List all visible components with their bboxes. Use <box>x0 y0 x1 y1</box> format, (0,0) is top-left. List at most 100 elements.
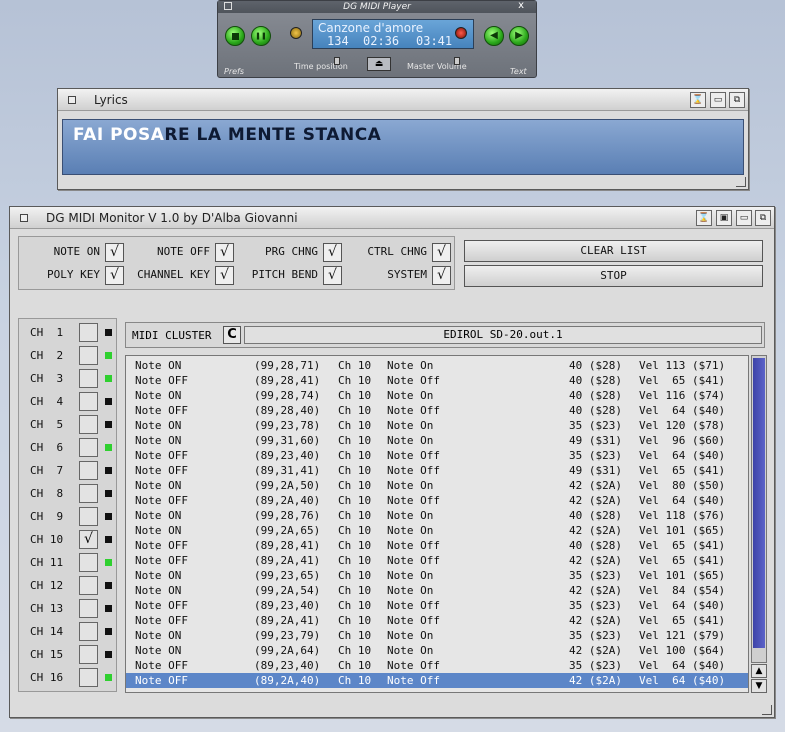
eject-button[interactable]: ⏏ <box>367 57 391 71</box>
list-item[interactable]: Note OFF (89,2A,41) Ch 10 Note Off 42 ($2A) V… <box>126 613 748 628</box>
system-checkbox[interactable]: √ <box>432 266 451 285</box>
pitch-bend-checkbox[interactable]: √ <box>323 266 342 285</box>
event-bytes: (99,2A,54) <box>254 584 321 597</box>
event-kind: Note On <box>387 509 434 522</box>
channel-5-checkbox[interactable] <box>79 415 98 434</box>
flag-poly-key[interactable]: POLY KEY √ <box>29 266 124 285</box>
list-item[interactable]: Note ON (99,23,79) Ch 10 Note On 35 ($23) Vel… <box>126 628 748 643</box>
event-velocity: Vel 116 ($74) <box>639 389 726 402</box>
player-close-gadget[interactable] <box>224 2 232 10</box>
flag-note-off[interactable]: NOTE OFF √ <box>129 243 234 262</box>
flag-system[interactable]: SYSTEM √ <box>349 266 451 285</box>
resize-handle[interactable] <box>736 177 746 187</box>
lyrics-titlebar[interactable]: Lyrics ⌛ ▭ ⧉ <box>58 89 748 111</box>
event-bytes: (99,23,78) <box>254 419 321 432</box>
flag-note-on[interactable]: NOTE ON √ <box>29 243 124 262</box>
prefs-button[interactable]: Prefs <box>224 67 244 76</box>
flag-pitch-bend[interactable]: PITCH BEND √ <box>241 266 342 285</box>
list-item[interactable]: Note OFF (89,23,40) Ch 10 Note Off 35 ($23) V… <box>126 658 748 673</box>
ctrl-chng-checkbox[interactable]: √ <box>432 243 451 262</box>
channel-9-activity-icon <box>105 513 112 520</box>
track-number: 134 <box>327 34 349 48</box>
rewind-button[interactable]: ◀ <box>484 26 504 46</box>
depth-icon[interactable]: ⧉ <box>729 92 745 108</box>
channel-6-checkbox[interactable] <box>79 438 98 457</box>
channel-group: CH 1 CH 2 CH 3 CH 4 CH 5 CH 6 CH 7 CH 8 … <box>18 318 117 692</box>
channel-2-checkbox[interactable] <box>79 346 98 365</box>
zoom-icon[interactable]: ▭ <box>710 92 726 108</box>
list-item[interactable]: Note ON (99,2A,50) Ch 10 Note On 42 ($2A) Vel… <box>126 478 748 493</box>
list-item[interactable]: Note ON (99,2A,65) Ch 10 Note On 42 ($2A) Vel… <box>126 523 748 538</box>
snapshot-icon[interactable]: ▣ <box>716 210 732 226</box>
channel-7-checkbox[interactable] <box>79 461 98 480</box>
forward-button[interactable]: ▶ <box>509 26 529 46</box>
channel-3-checkbox[interactable] <box>79 369 98 388</box>
time-position-slider[interactable] <box>334 57 340 65</box>
list-item[interactable]: Note ON (99,28,76) Ch 10 Note On 40 ($28) Vel… <box>126 508 748 523</box>
clear-list-button[interactable]: CLEAR LIST <box>464 240 763 262</box>
text-button[interactable]: Text <box>510 67 527 76</box>
list-item[interactable]: Note OFF (89,28,41) Ch 10 Note Off 40 ($28) V… <box>126 373 748 388</box>
list-item[interactable]: Note ON (99,2A,54) Ch 10 Note On 42 ($2A) Vel… <box>126 583 748 598</box>
note-off-checkbox[interactable]: √ <box>215 243 234 262</box>
pause-button[interactable]: ❚❚ <box>251 26 271 46</box>
event-bytes: (89,28,40) <box>254 404 321 417</box>
stop-button[interactable] <box>225 26 245 46</box>
resize-handle[interactable] <box>762 705 772 715</box>
list-item[interactable]: Note OFF (89,23,40) Ch 10 Note Off 35 ($23) V… <box>126 448 748 463</box>
iconify-icon[interactable]: ⌛ <box>696 210 712 226</box>
flag-prg-chng[interactable]: PRG CHNG √ <box>241 243 342 262</box>
list-item[interactable]: Note ON (99,23,65) Ch 10 Note On 35 ($23) Vel… <box>126 568 748 583</box>
stop-button[interactable]: STOP <box>464 265 763 287</box>
event-channel: Ch 10 <box>338 554 372 567</box>
scroll-up-icon[interactable]: ▲ <box>751 664 767 678</box>
list-item[interactable]: Note ON (99,23,78) Ch 10 Note On 35 ($23) Vel… <box>126 418 748 433</box>
monitor-close-button[interactable] <box>20 214 28 222</box>
channel-9-checkbox[interactable] <box>79 507 98 526</box>
prg-chng-checkbox[interactable]: √ <box>323 243 342 262</box>
scrollbar-knob[interactable] <box>753 358 765 648</box>
channel-16-checkbox[interactable] <box>79 668 98 687</box>
channel-1-checkbox[interactable] <box>79 323 98 342</box>
event-channel: Ch 10 <box>338 389 372 402</box>
list-item[interactable]: Note OFF (89,23,40) Ch 10 Note Off 35 ($23) V… <box>126 598 748 613</box>
channel-4-checkbox[interactable] <box>79 392 98 411</box>
list-item[interactable]: Note OFF (89,2A,40) Ch 10 Note Off 42 ($2A) V… <box>126 673 748 688</box>
event-type: Note OFF <box>135 659 188 672</box>
channel-row-11: CH 11 <box>19 553 114 574</box>
channel-10-checkbox[interactable]: √ <box>79 530 98 549</box>
channel-8-checkbox[interactable] <box>79 484 98 503</box>
master-volume-slider[interactable] <box>454 57 460 65</box>
flag-channel-key[interactable]: CHANNEL KEY √ <box>129 266 234 285</box>
channel-11-checkbox[interactable] <box>79 553 98 572</box>
channel-14-checkbox[interactable] <box>79 622 98 641</box>
flag-ctrl-chng[interactable]: CTRL CHNG √ <box>349 243 451 262</box>
note-on-checkbox[interactable]: √ <box>105 243 124 262</box>
channel-13-checkbox[interactable] <box>79 599 98 618</box>
list-item[interactable]: Note ON (99,28,71) Ch 10 Note On 40 ($28) Vel… <box>126 358 748 373</box>
poly-key-checkbox[interactable]: √ <box>105 266 124 285</box>
channel-key-checkbox[interactable]: √ <box>215 266 234 285</box>
channel-12-checkbox[interactable] <box>79 576 98 595</box>
cycle-icon[interactable]: C <box>223 326 241 344</box>
list-item[interactable]: Note ON (99,31,60) Ch 10 Note On 49 ($31) Vel… <box>126 433 748 448</box>
list-scrollbar[interactable] <box>751 355 767 663</box>
midi-cluster-select[interactable]: EDIROL SD-20.out.1 <box>244 326 762 344</box>
lyrics-close-button[interactable] <box>68 96 76 104</box>
event-list[interactable]: Note ON (99,28,71) Ch 10 Note On 40 ($28) Vel… <box>125 355 749 693</box>
list-item[interactable]: Note ON (99,28,74) Ch 10 Note On 40 ($28) Vel… <box>126 388 748 403</box>
channel-15-checkbox[interactable] <box>79 645 98 664</box>
close-icon[interactable]: x <box>518 0 524 11</box>
scroll-down-icon[interactable]: ▼ <box>751 679 767 693</box>
list-item[interactable]: Note ON (99,2A,64) Ch 10 Note On 42 ($2A) Vel… <box>126 643 748 658</box>
list-item[interactable]: Note OFF (89,28,41) Ch 10 Note Off 40 ($28) V… <box>126 538 748 553</box>
list-item[interactable]: Note OFF (89,31,41) Ch 10 Note Off 49 ($31) V… <box>126 463 748 478</box>
iconify-icon[interactable]: ⌛ <box>690 92 706 108</box>
zoom-icon[interactable]: ▭ <box>736 210 752 226</box>
event-type: Note ON <box>135 629 182 642</box>
list-item[interactable]: Note OFF (89,28,40) Ch 10 Note Off 40 ($28) V… <box>126 403 748 418</box>
list-item[interactable]: Note OFF (89,2A,41) Ch 10 Note Off 42 ($2A) V… <box>126 553 748 568</box>
depth-icon[interactable]: ⧉ <box>755 210 771 226</box>
monitor-titlebar[interactable]: DG MIDI Monitor V 1.0 by D'Alba Giovanni… <box>10 207 774 229</box>
list-item[interactable]: Note OFF (89,2A,40) Ch 10 Note Off 42 ($2A) V… <box>126 493 748 508</box>
